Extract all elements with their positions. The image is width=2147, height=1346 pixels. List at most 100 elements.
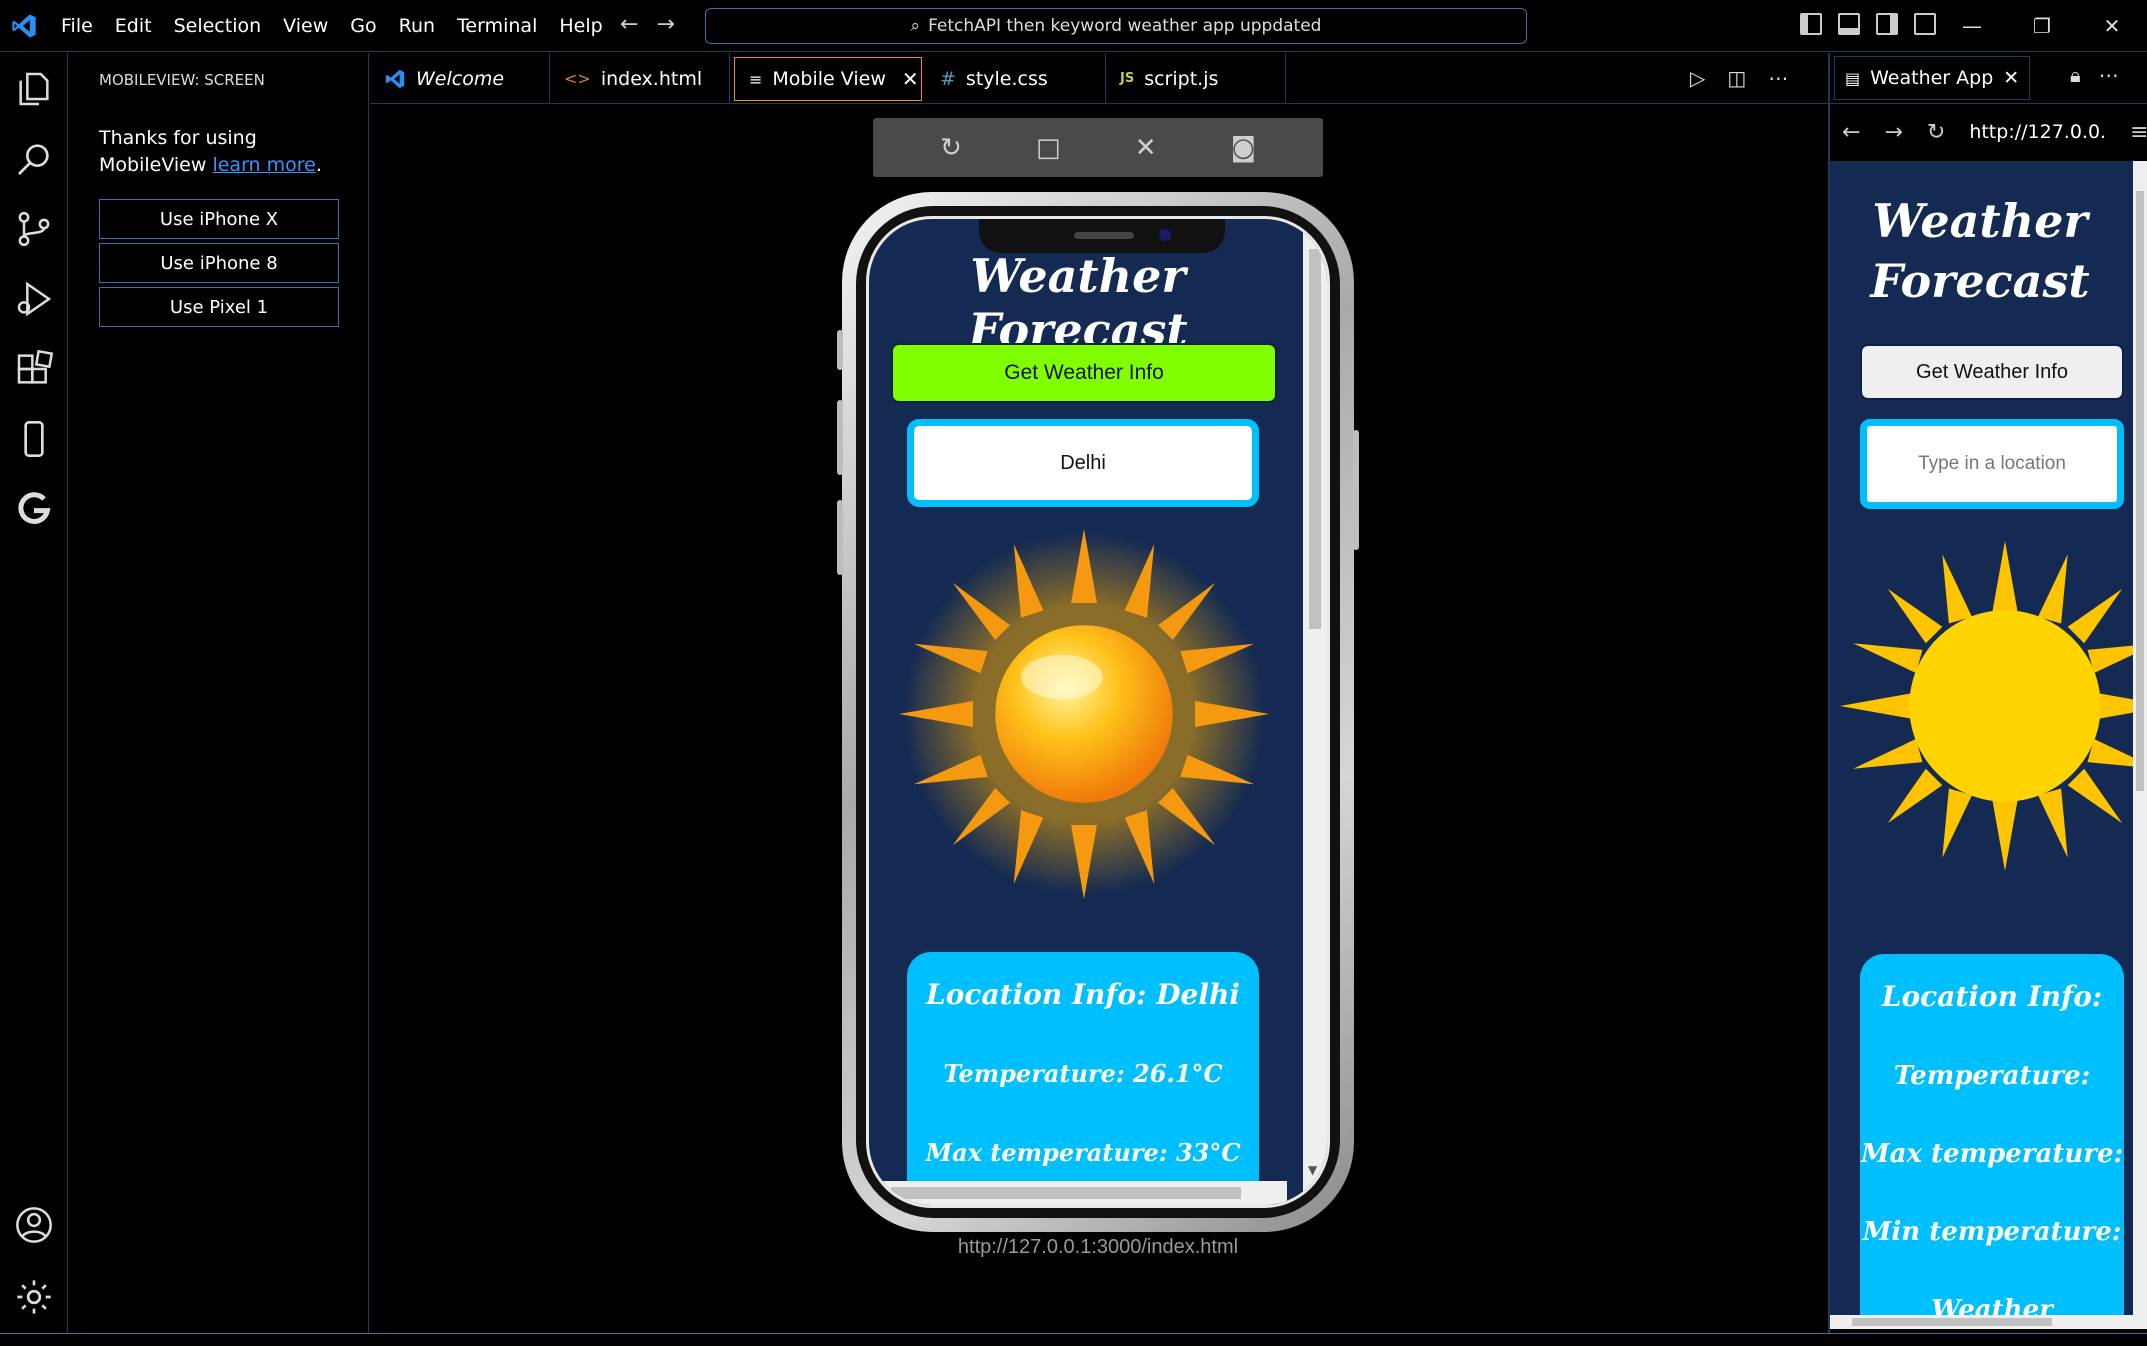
mobile-view-icon[interactable] (14, 419, 54, 459)
run-debug-icon[interactable] (14, 279, 54, 319)
get-weather-button[interactable]: Get Weather Info (891, 343, 1277, 403)
temperature-text: Temperature: (1893, 1061, 2091, 1091)
screenshot-camera-icon[interactable]: ◙ (1231, 133, 1256, 163)
location-info-card: Location Info: Temperature: Max temperat… (1860, 954, 2124, 1329)
restore-icon[interactable]: ❐ (2007, 0, 2077, 52)
menu-terminal[interactable]: Terminal (446, 15, 548, 37)
toggle-secondary-sidebar-icon[interactable] (1876, 13, 1898, 35)
split-editor-icon[interactable]: ◫ (1727, 66, 1746, 90)
use-pixel-1-button[interactable]: Use Pixel 1 (99, 287, 339, 327)
menu-selection[interactable]: Selection (163, 15, 273, 37)
command-center-label: FetchAPI then keyword weather app uppdat… (928, 16, 1322, 36)
preview-icon: ≡ (749, 69, 763, 89)
browser-icon: ▤ (1845, 68, 1861, 88)
tab-mobile-view[interactable]: ≡ Mobile View ✕ (734, 57, 922, 101)
tab-style-css[interactable]: # style.css (926, 53, 1106, 104)
status-bar (0, 1333, 2147, 1346)
horizontal-scrollbar[interactable] (869, 1181, 1287, 1205)
scroll-up-icon[interactable]: ▲ (1308, 225, 1317, 239)
search-icon: ⌕ (910, 16, 921, 36)
tab-welcome[interactable]: Welcome (370, 53, 550, 104)
card-heading: Location Info: Delhi (926, 978, 1240, 1011)
tab-index-html[interactable]: <> index.html (550, 53, 730, 104)
more-actions-icon[interactable]: ⋯ (1768, 66, 1788, 90)
sidebar-thanks: Thanks for using MobileView learn more. (99, 125, 349, 179)
back-arrow-icon[interactable]: ← (1842, 120, 1860, 145)
menu-view[interactable]: View (272, 15, 339, 37)
scrollbar-thumb[interactable] (1852, 1318, 2052, 1326)
extensions-icon[interactable] (14, 349, 54, 389)
back-arrow-icon[interactable]: ← (620, 12, 638, 37)
menu-run[interactable]: Run (388, 15, 446, 37)
phone-url: http://127.0.0.1:3000/index.html (957, 1236, 1239, 1258)
browser-pane: ▤ Weather App ✕ 🔒︎ ⋯ ← → ↻ http://127.0.… (1828, 53, 2147, 1333)
menu-edit[interactable]: Edit (104, 15, 163, 37)
more-actions-icon[interactable]: ⋯ (2099, 63, 2119, 87)
tab-label: index.html (600, 67, 703, 90)
use-iphone-8-button[interactable]: Use iPhone 8 (99, 243, 339, 283)
scroll-down-icon[interactable]: ▼ (1308, 1163, 1317, 1177)
toggle-panel-icon[interactable] (1838, 13, 1860, 35)
scrollbar-thumb[interactable] (891, 1187, 1241, 1199)
menu-bar: File Edit Selection View Go Run Terminal… (50, 0, 614, 52)
sun-icon (899, 529, 1269, 899)
vertical-scrollbar[interactable]: ▲ ▼ (1303, 219, 1327, 1205)
browser-nav: ← → ↻ http://127.0.0. ≡ (1830, 104, 2147, 160)
menu-help[interactable]: Help (548, 15, 613, 37)
phone-screen: Weather Forecast Get Weather Info Delhi (866, 216, 1330, 1208)
get-weather-button[interactable]: Get Weather Info (1860, 344, 2124, 400)
browser-url[interactable]: http://127.0.0. (1969, 121, 2106, 143)
menu-file[interactable]: File (50, 15, 104, 37)
phone-notch (979, 219, 1225, 253)
vscode-logo-icon[interactable] (10, 12, 38, 40)
rotate-icon[interactable]: □ (1036, 133, 1061, 163)
tab-weather-app[interactable]: ▤ Weather App ✕ (1834, 56, 2031, 100)
close-window-icon[interactable]: ✕ (2077, 0, 2147, 52)
max-temperature-text: Max temperature: (1860, 1139, 2124, 1169)
location-input[interactable]: Delhi (907, 419, 1259, 507)
sun-icon (1840, 541, 2147, 871)
lock-icon[interactable]: 🔒︎ (2070, 63, 2081, 87)
scrollbar-thumb[interactable] (2136, 191, 2144, 791)
tab-script-js[interactable]: JS script.js (1106, 53, 1286, 104)
account-icon[interactable] (14, 1205, 54, 1245)
search-sidebar-icon[interactable] (14, 139, 54, 179)
browser-pane-actions: 🔒︎ ⋯ (2070, 63, 2119, 87)
phone-bezel: Weather Forecast Get Weather Info Delhi (856, 206, 1340, 1218)
close-tab-icon[interactable]: ✕ (2003, 67, 2019, 89)
customize-layout-icon[interactable] (1914, 13, 1936, 35)
mobileview-sidebar: MOBILEVIEW: SCREEN Thanks for using Mobi… (69, 53, 369, 1333)
tab-label: Weather App (1870, 67, 1994, 89)
settings-gear-icon[interactable] (14, 1277, 54, 1317)
layout-controls (1800, 13, 1936, 35)
source-control-icon[interactable] (14, 209, 54, 249)
refresh-icon[interactable]: ↻ (940, 133, 962, 163)
explorer-icon[interactable] (14, 69, 54, 109)
run-icon[interactable]: ▷ (1690, 66, 1705, 90)
forward-arrow-icon[interactable]: → (656, 12, 674, 37)
use-iphone-x-button[interactable]: Use iPhone X (99, 199, 339, 239)
phone-volume-down (837, 500, 843, 575)
menu-lines-icon[interactable]: ≡ (2130, 120, 2147, 145)
gitkraken-icon[interactable] (14, 489, 54, 529)
menu-go[interactable]: Go (339, 15, 387, 37)
scrollbar-thumb[interactable] (1309, 249, 1321, 629)
toggle-primary-sidebar-icon[interactable] (1800, 13, 1822, 35)
command-center[interactable]: ⌕ FetchAPI then keyword weather app uppd… (705, 8, 1527, 44)
css-hash-icon: # (940, 67, 956, 90)
forward-arrow-icon[interactable]: → (1884, 120, 1902, 145)
close-tab-icon[interactable]: ✕ (902, 67, 919, 91)
horizontal-scrollbar[interactable] (1830, 1315, 2147, 1329)
minimize-icon[interactable]: — (1937, 0, 2007, 52)
learn-more-link[interactable]: learn more (212, 154, 315, 176)
reload-icon[interactable]: ↻ (1927, 120, 1945, 145)
front-camera (1159, 229, 1171, 241)
close-icon[interactable]: ✕ (1135, 133, 1157, 163)
app-title: Weather Forecast (968, 249, 1188, 357)
vertical-scrollbar[interactable] (2133, 161, 2147, 1329)
location-input[interactable]: Type in a location (1860, 419, 2124, 509)
phone-volume-up (837, 400, 843, 475)
tab-label: script.js (1144, 67, 1219, 90)
thanks-period: . (315, 154, 322, 176)
html-icon: <> (564, 69, 591, 88)
